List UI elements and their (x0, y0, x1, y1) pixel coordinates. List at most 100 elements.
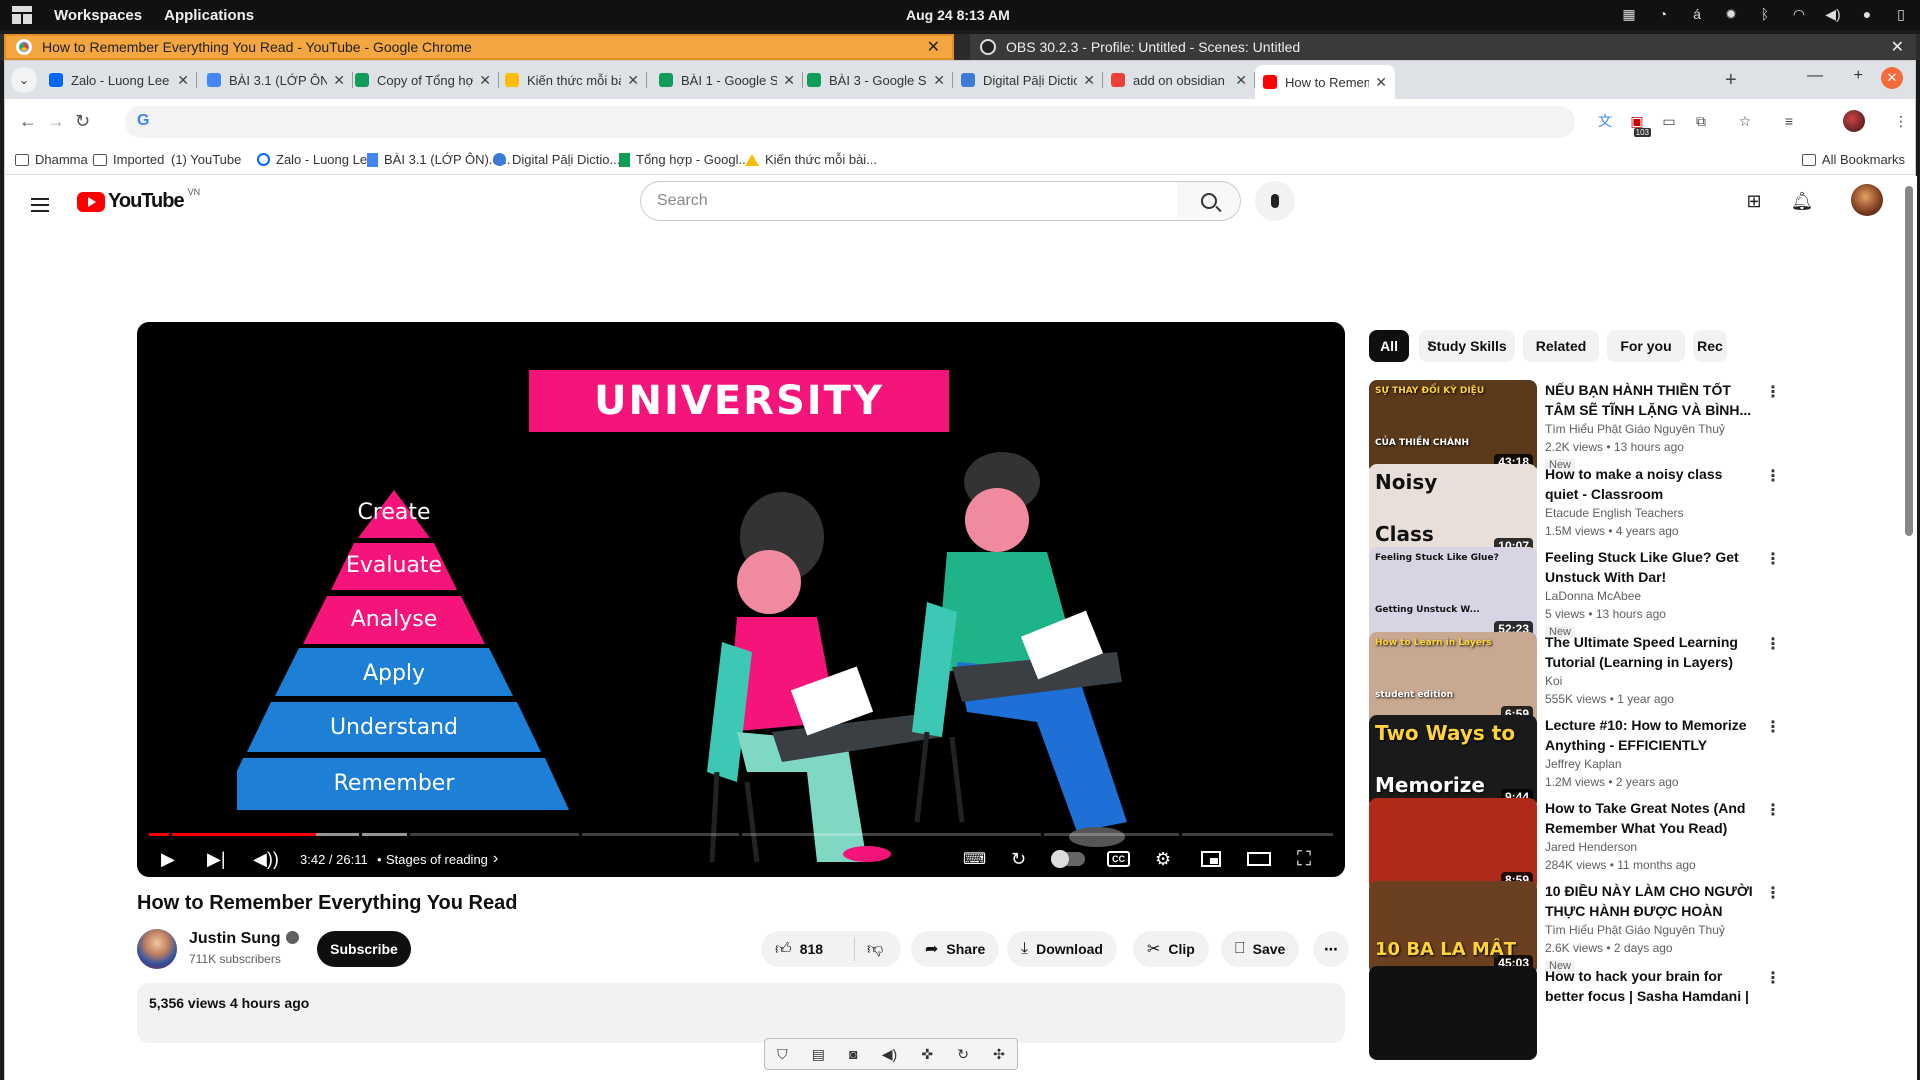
recommended-title[interactable]: How to Take Great Notes (And Remember Wh… (1545, 798, 1755, 838)
recommended-video[interactable]: 8:59 How to Take Great Notes (And Remembe… (1369, 798, 1889, 894)
tab-close-icon[interactable]: ✕ (933, 72, 945, 89)
recommended-channel[interactable]: LaDonna McAbee (1545, 589, 1641, 603)
tab-close-icon[interactable]: ✕ (1083, 72, 1095, 89)
recommended-video[interactable]: Noisy Class 10:07 How to make a noisy class… (1369, 464, 1889, 560)
search-button[interactable] (1177, 181, 1241, 221)
video-thumbnail[interactable]: How to Learn in Layers student edition 6:5… (1369, 632, 1537, 726)
create-video-icon[interactable]: ⊞ (1742, 190, 1766, 212)
more-vertical-icon[interactable]: ⋮ (1765, 800, 1781, 820)
bookmark-item[interactable]: Tổng hợp - Googl... (619, 152, 749, 167)
volume-icon[interactable]: ◀)) (253, 847, 279, 871)
bookmark-item[interactable]: Digital Pāḷi Dictio... (493, 152, 620, 167)
download-button[interactable]: ⤓ Download (1007, 931, 1117, 967)
settings-gear-icon[interactable]: ⚙ (1155, 847, 1171, 871)
extension-badge-icon[interactable]: ▣ (1627, 111, 1652, 137)
browser-tab[interactable]: BÀI 1 - Google Shee ✕ (651, 65, 803, 95)
recommended-video[interactable]: Feeling Stuck Like Glue? Getting Unstuck … (1369, 547, 1889, 643)
more-actions-button[interactable]: ⋯ (1313, 931, 1349, 967)
minimize-icon[interactable]: — (1807, 67, 1823, 85)
theater-mode-button[interactable] (1247, 847, 1271, 871)
filter-chip[interactable]: Rec (1693, 330, 1727, 362)
channel-avatar[interactable] (137, 929, 177, 969)
miniplayer-button[interactable] (1201, 847, 1221, 871)
audio-icon[interactable]: ◀) (882, 1046, 897, 1063)
close-icon[interactable]: ✕ (1891, 37, 1904, 57)
night-light-icon[interactable]: ◔ (1654, 5, 1672, 23)
recommended-video[interactable]: How to Learn in Layers student edition 6:5… (1369, 632, 1889, 728)
recommended-channel[interactable]: Etacude English Teachers (1545, 506, 1684, 520)
autoplay-toggle[interactable] (1051, 847, 1085, 871)
browser-tab[interactable]: Kiến thức mỗi bài - ✕ (497, 65, 647, 95)
subscribe-button[interactable]: Subscribe (317, 931, 411, 967)
gamepad-icon[interactable]: ✣ (993, 1046, 1005, 1063)
close-icon[interactable]: ✕ (927, 37, 940, 57)
like-button[interactable]: 👍︎ 818 (761, 937, 855, 961)
new-tab-plus-icon[interactable]: + (1725, 69, 1737, 92)
play-icon[interactable]: ▶ (161, 847, 175, 871)
volume-icon[interactable]: ◀) (1824, 5, 1842, 23)
input-method-icon[interactable]: á (1688, 5, 1706, 23)
recommended-title[interactable]: Feeling Stuck Like Glue? Get Unstuck Wit… (1545, 547, 1755, 587)
more-vertical-icon[interactable]: ⋮ (1765, 634, 1781, 654)
bookmark-item[interactable]: BÀI 3.1 (LỚP ÔN).d... (367, 152, 511, 167)
recommended-title[interactable]: Lecture #10: How to Memorize Anything - … (1545, 715, 1755, 755)
progress-bar[interactable] (149, 833, 1333, 836)
back-arrow-icon[interactable]: ← (19, 111, 37, 132)
video-thumbnail[interactable]: Feeling Stuck Like Glue? Getting Unstuck … (1369, 547, 1537, 641)
browser-tab[interactable]: Digital Pāḷi Dictiona ✕ (953, 65, 1103, 95)
pin-icon[interactable]: ✜ (921, 1046, 933, 1063)
browser-tab[interactable]: Copy of Tổng hợp - ✕ (347, 65, 499, 95)
description-box[interactable]: 5,356 views 4 hours ago (137, 983, 1345, 1043)
tab-close-icon[interactable]: ✕ (479, 72, 491, 89)
media-control-icon[interactable]: ≡ (1779, 111, 1799, 131)
browser-tab[interactable]: Zalo - Luong Lee ✕ (41, 65, 197, 95)
tab-close-icon[interactable]: ✕ (1375, 74, 1387, 91)
user-avatar[interactable] (1851, 184, 1883, 216)
workspaces-menu[interactable]: Workspaces (54, 7, 142, 24)
share-button[interactable]: ➦ Share (911, 931, 1000, 967)
filter-chip[interactable]: Related (1523, 330, 1599, 362)
more-vertical-icon[interactable]: ⋮ (1765, 968, 1781, 988)
chrome-menu-kebab-icon[interactable]: ⋮ (1891, 111, 1911, 131)
translate-extension-icon[interactable]: 文 (1595, 111, 1615, 131)
hamburger-menu-icon[interactable] (31, 198, 49, 212)
bookmark-star-icon[interactable]: ☆ (1735, 111, 1755, 131)
chapter-chevron-icon[interactable]: › (493, 847, 498, 871)
subtitles-button[interactable]: CC (1107, 847, 1130, 871)
tab-close-icon[interactable]: ✕ (783, 72, 795, 89)
filter-chip[interactable]: Study Skills (1419, 330, 1515, 362)
chapter-title[interactable]: Stages of reading (386, 847, 488, 871)
recommended-title[interactable]: How to make a noisy class quiet - Classr… (1545, 464, 1755, 504)
tab-search-chevron-icon[interactable]: ⌄ (11, 67, 37, 93)
youtube-logo[interactable]: YouTube VN (77, 187, 200, 213)
wifi-icon[interactable]: ◠ (1790, 5, 1808, 23)
forward-arrow-icon[interactable]: → (47, 111, 65, 132)
recommended-channel[interactable]: Jared Henderson (1545, 840, 1637, 854)
maximize-icon[interactable]: + (1854, 67, 1863, 85)
reload-icon[interactable]: ↻ (75, 111, 90, 132)
recommended-title[interactable]: The Ultimate Speed Learning Tutorial (Le… (1545, 632, 1755, 672)
shield-icon[interactable]: ⛉ (777, 1046, 788, 1063)
filter-chip[interactable]: For you (1607, 330, 1685, 362)
notifications-bell-icon[interactable]: 🔔︎ (1790, 190, 1814, 212)
next-video-icon[interactable]: ▶| (207, 847, 226, 871)
more-vertical-icon[interactable]: ⋮ (1765, 382, 1781, 402)
tab-close-icon[interactable]: ✕ (1235, 72, 1247, 89)
chips-next-chevron-icon[interactable]: › (1427, 334, 1433, 355)
voice-search-button[interactable] (1255, 181, 1295, 221)
more-vertical-icon[interactable]: ⋮ (1765, 717, 1781, 737)
browser-tab[interactable]: BÀI 3 - Google Shee ✕ (799, 65, 953, 95)
bookmark-item[interactable]: (1) YouTube (171, 152, 241, 279)
more-vertical-icon[interactable]: ⋮ (1765, 549, 1781, 569)
tab-close-icon[interactable]: ✕ (333, 72, 345, 89)
more-vertical-icon[interactable]: ⋮ (1765, 466, 1781, 486)
video-thumbnail[interactable]: Two Ways to Memorize 9:44 (1369, 715, 1537, 809)
extensions-puzzle-icon[interactable]: ⧉ (1691, 111, 1711, 131)
video-player[interactable]: UNIVERSITY Create Evaluate Analyse Apply Und… (137, 322, 1345, 877)
browser-tab[interactable]: BÀI 3.1 (LỚP ÔN) - G ✕ (199, 65, 353, 95)
refresh-icon[interactable]: ↻ (957, 1046, 969, 1063)
profile-avatar[interactable] (1843, 110, 1865, 132)
all-bookmarks-folder[interactable]: All Bookmarks (1801, 152, 1905, 167)
camera-icon[interactable]: ◙ (849, 1046, 857, 1062)
app-menu-icon[interactable] (12, 6, 32, 24)
